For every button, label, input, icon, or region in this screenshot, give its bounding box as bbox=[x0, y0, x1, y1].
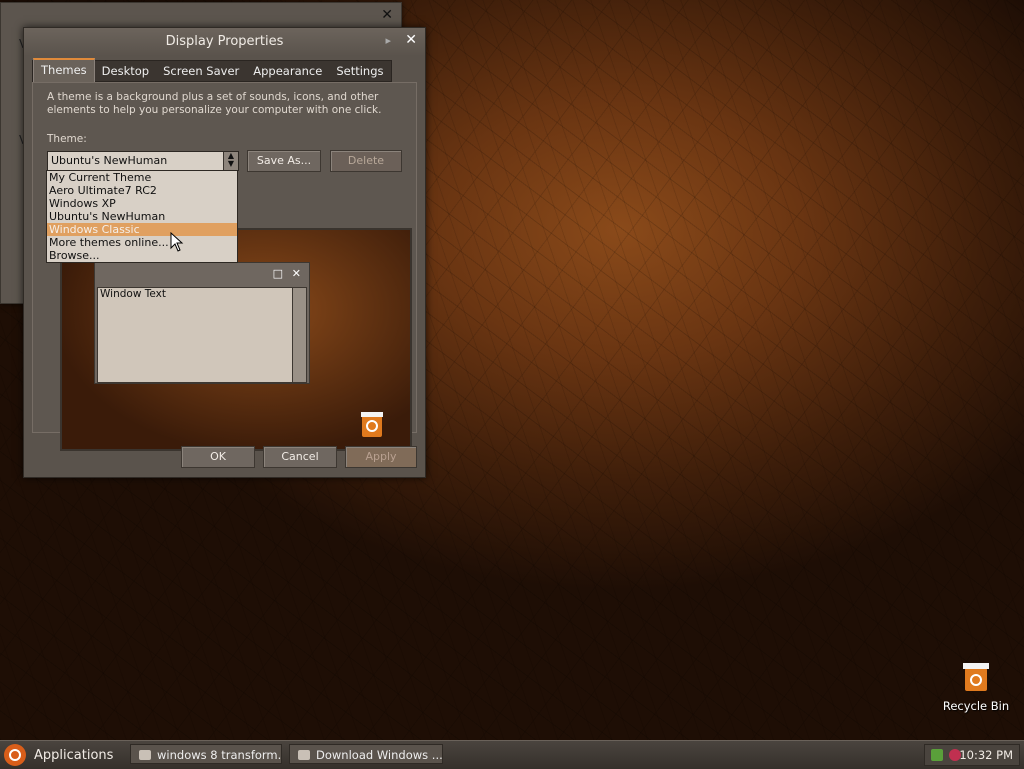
cancel-button[interactable]: Cancel bbox=[263, 446, 337, 468]
dropdown-option[interactable]: Browse... bbox=[47, 249, 237, 262]
recycle-bin-desktop-icon[interactable]: Recycle Bin bbox=[938, 660, 1014, 713]
clock[interactable]: 10:32 PM bbox=[959, 748, 1013, 762]
ok-button[interactable]: OK bbox=[181, 446, 255, 468]
tab-settings[interactable]: Settings bbox=[329, 61, 390, 81]
theme-select-value: Ubuntu's NewHuman bbox=[51, 154, 168, 167]
preview-window: □ ✕ Window Text bbox=[94, 262, 310, 384]
preview-window-text: Window Text bbox=[100, 288, 166, 300]
applications-menu-button[interactable]: Applications bbox=[4, 744, 113, 766]
ubuntu-logo-icon bbox=[4, 744, 26, 766]
preview-scrollbar bbox=[292, 287, 307, 383]
apply-button[interactable]: Apply bbox=[345, 446, 417, 468]
theme-description: A theme is a background plus a set of so… bbox=[47, 91, 382, 116]
chevron-up-down-icon[interactable]: ▲ ▼ bbox=[223, 152, 238, 170]
tab-desktop[interactable]: Desktop bbox=[95, 61, 156, 81]
taskbar-item-label: windows 8 transform... bbox=[157, 748, 282, 762]
recycle-bin-icon bbox=[361, 412, 383, 437]
recycle-bin-icon bbox=[963, 663, 989, 691]
preview-window-area: Window Text bbox=[97, 287, 295, 383]
dropdown-option[interactable]: My Current Theme bbox=[47, 171, 237, 184]
network-icon[interactable] bbox=[931, 749, 943, 761]
delete-button[interactable]: Delete bbox=[330, 150, 402, 172]
taskbar-item[interactable]: windows 8 transform... bbox=[130, 744, 282, 764]
taskbar-item[interactable]: Download Windows ... bbox=[289, 744, 443, 764]
system-tray: 10:32 PM bbox=[924, 744, 1020, 766]
recycle-bin-label: Recycle Bin bbox=[942, 699, 1010, 713]
tab-appearance[interactable]: Appearance bbox=[246, 61, 329, 81]
dropdown-option[interactable]: Aero Ultimate7 RC2 bbox=[47, 184, 237, 197]
dialog-titlebar[interactable]: Display Properties ▸ ✕ bbox=[24, 28, 425, 56]
help-icon[interactable]: ▸ bbox=[385, 34, 391, 47]
dropdown-option[interactable]: Windows XP bbox=[47, 197, 237, 210]
app-icon bbox=[139, 750, 151, 760]
dialog-title: Display Properties bbox=[165, 34, 284, 49]
close-icon[interactable]: ✕ bbox=[405, 32, 417, 48]
mouse-cursor-icon bbox=[170, 232, 184, 252]
save-as-button[interactable]: Save As... bbox=[247, 150, 321, 172]
close-icon: ✕ bbox=[291, 267, 301, 280]
tab-screen-saver[interactable]: Screen Saver bbox=[156, 61, 246, 81]
theme-dropdown-list[interactable]: My Current Theme Aero Ultimate7 RC2 Wind… bbox=[46, 170, 238, 263]
tab-themes[interactable]: Themes bbox=[33, 58, 95, 83]
dropdown-option[interactable]: Ubuntu's NewHuman bbox=[47, 210, 237, 223]
taskbar-item-label: Download Windows ... bbox=[316, 748, 443, 762]
close-icon[interactable]: ✕ bbox=[381, 7, 393, 23]
tab-bar: Themes Desktop Screen Saver Appearance S… bbox=[32, 58, 392, 83]
dropdown-option[interactable]: More themes online... bbox=[47, 236, 237, 249]
maximize-icon: □ bbox=[272, 267, 283, 280]
theme-select[interactable]: Ubuntu's NewHuman ▲ ▼ bbox=[47, 151, 239, 171]
desktop-background: ✕ V V Display Properties ▸ ✕ Themes Desk… bbox=[0, 0, 1024, 740]
dropdown-option-selected[interactable]: Windows Classic bbox=[47, 223, 237, 236]
theme-label: Theme: bbox=[47, 133, 87, 145]
taskbar: Applications windows 8 transform... Down… bbox=[0, 740, 1024, 769]
applications-label: Applications bbox=[34, 747, 114, 763]
app-icon bbox=[298, 750, 310, 760]
